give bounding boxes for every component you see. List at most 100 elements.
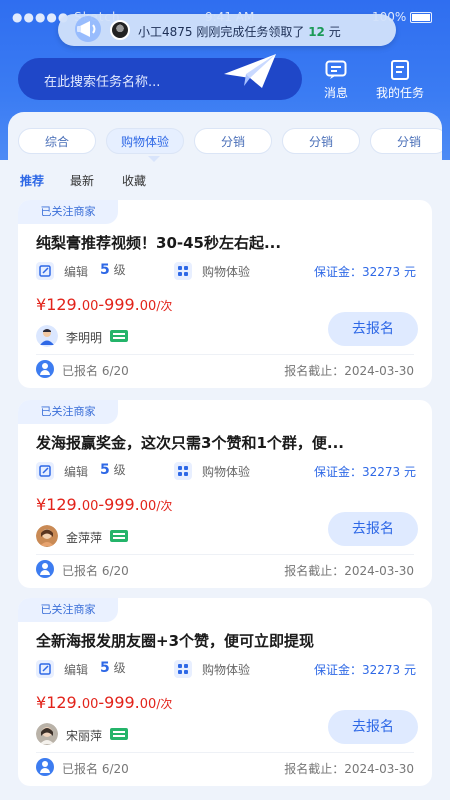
signup-button[interactable]: 去报名 [328, 312, 418, 346]
price-low-decimal: 00 [81, 697, 99, 712]
price-unit: /次 [156, 697, 173, 711]
signup-count: 已报名 6/20 [62, 564, 129, 578]
message-icon [325, 60, 347, 79]
price-high: 999. [104, 295, 140, 314]
followed-merchant-badge: 已关注商家 [18, 400, 118, 424]
divider [36, 354, 414, 355]
task-meta: 编辑 5 级 购物体验 保证金：32273 元 [36, 461, 416, 481]
task-title: 全新海报发朋友圈+3个赞，便可立即提现 [36, 632, 315, 650]
verified-badge-icon [110, 530, 128, 542]
price-high: 999. [104, 495, 140, 514]
ticker-message: 小工4875 刚刚完成任务领取了 12 元 [138, 23, 341, 40]
publisher-name: 金萍萍 [66, 531, 103, 545]
category-tab-distribution[interactable]: 分销 [194, 128, 272, 154]
category-tab-shopping[interactable]: 购物体验 [106, 128, 184, 154]
paper-plane-icon [224, 54, 276, 88]
level-value: 5 级 [100, 261, 126, 278]
price-unit: /次 [156, 499, 173, 513]
price-low: 129. [46, 295, 82, 314]
messages-button[interactable]: 消息 [306, 60, 366, 104]
card-footer: 已报名 6/20 报名截止：2024-03-30 [36, 360, 414, 380]
sort-tab-recommended[interactable]: 推荐 [20, 172, 44, 189]
price-currency: ¥ [36, 693, 47, 712]
edit-label: 编辑 [64, 465, 89, 479]
task-meta: 编辑 5 级 购物体验 保证金：32273 元 [36, 659, 416, 679]
edit-level-icon [36, 660, 54, 678]
card-footer: 已报名 6/20 报名截止：2024-03-30 [36, 560, 414, 580]
price-currency: ¥ [36, 295, 47, 314]
level-number: 5 [100, 660, 110, 676]
person-icon [36, 758, 54, 776]
price-high-decimal: 00 [139, 299, 157, 314]
publisher-name: 宋丽萍 [66, 729, 103, 743]
followed-merchant-badge: 已关注商家 [18, 200, 118, 224]
person-icon [36, 560, 54, 578]
reward-price: ¥129.00-999.00/次 [36, 495, 172, 514]
category-grid-icon [174, 660, 192, 678]
category-tabs: 综合 购物体验 分销 分销 分销 [18, 126, 442, 156]
price-unit: /次 [156, 299, 173, 313]
edit-label: 编辑 [64, 663, 89, 677]
signup-button[interactable]: 去报名 [328, 512, 418, 546]
price-low-decimal: 00 [81, 299, 99, 314]
category-tab-all[interactable]: 综合 [18, 128, 96, 154]
task-type: 购物体验 [202, 265, 251, 279]
signup-count: 已报名 6/20 [62, 762, 129, 776]
task-card[interactable]: 已关注商家 纯梨膏推荐视频！30-45秒左右起... 编辑 5 级 购物体验 保… [18, 200, 432, 388]
task-card[interactable]: 已关注商家 发海报赢奖金，这次只需3个赞和1个群，便... 编辑 5 级 购物体… [18, 400, 432, 588]
avatar [36, 325, 58, 347]
price-high-decimal: 00 [139, 697, 157, 712]
category-tab-distribution[interactable]: 分销 [370, 128, 442, 154]
category-grid-icon [174, 262, 192, 280]
reward-price: ¥129.00-999.00/次 [36, 693, 172, 712]
signup-button[interactable]: 去报名 [328, 710, 418, 744]
my-tasks-label: 我的任务 [375, 86, 424, 100]
divider [36, 554, 414, 555]
task-list-panel: 综合 购物体验 分销 分销 分销 推荐 最新 收藏 已关注商家 纯梨膏推荐视频！… [8, 112, 442, 800]
signup-count: 已报名 6/20 [62, 364, 129, 378]
active-category-indicator [148, 156, 160, 162]
ticker-prefix: 小工4875 刚刚完成任务领取了 [138, 25, 305, 39]
price-high: 999. [104, 693, 140, 712]
signup-deadline: 报名截止：2024-03-30 [284, 564, 414, 578]
level-value: 5 级 [100, 461, 126, 478]
level-number: 5 [100, 262, 110, 278]
level-unit: 级 [113, 263, 126, 277]
deposit-amount: 保证金：32273 元 [314, 663, 416, 677]
publisher-name: 李明明 [66, 331, 103, 345]
my-tasks-button[interactable]: 我的任务 [370, 60, 430, 104]
category-tab-distribution[interactable]: 分销 [282, 128, 360, 154]
price-low: 129. [46, 495, 82, 514]
verified-badge-icon [110, 330, 128, 342]
level-unit: 级 [113, 463, 126, 477]
task-title: 纯梨膏推荐视频！30-45秒左右起... [36, 234, 282, 252]
avatar [36, 525, 58, 547]
followed-merchant-badge: 已关注商家 [18, 598, 118, 622]
ticker-avatar [110, 20, 130, 40]
task-type: 购物体验 [202, 465, 251, 479]
avatar [36, 723, 58, 745]
signup-deadline: 报名截止：2024-03-30 [284, 762, 414, 776]
ticker-suffix: 元 [328, 25, 341, 39]
edit-label: 编辑 [64, 265, 89, 279]
ticker-amount: 12 [308, 25, 325, 39]
task-card[interactable]: 已关注商家 全新海报发朋友圈+3个赞，便可立即提现 编辑 5 级 购物体验 保证… [18, 598, 432, 786]
task-type: 购物体验 [202, 663, 251, 677]
verified-badge-icon [110, 728, 128, 740]
task-title: 发海报赢奖金，这次只需3个赞和1个群，便... [36, 434, 344, 452]
sort-tab-latest[interactable]: 最新 [70, 172, 94, 189]
search-placeholder: 在此搜索任务名称... [44, 75, 161, 90]
level-number: 5 [100, 462, 110, 478]
signup-deadline: 报名截止：2024-03-30 [284, 364, 414, 378]
reward-price: ¥129.00-999.00/次 [36, 295, 172, 314]
divider [36, 752, 414, 753]
task-meta: 编辑 5 级 购物体验 保证金：32273 元 [36, 261, 416, 281]
price-currency: ¥ [36, 495, 47, 514]
category-grid-icon [174, 462, 192, 480]
person-icon [36, 360, 54, 378]
deposit-amount: 保证金：32273 元 [314, 465, 416, 479]
price-low-decimal: 00 [81, 499, 99, 514]
activity-ticker[interactable]: 小工4875 刚刚完成任务领取了 12 元 [58, 14, 396, 46]
sort-tab-favorites[interactable]: 收藏 [122, 172, 146, 189]
level-value: 5 级 [100, 659, 126, 676]
